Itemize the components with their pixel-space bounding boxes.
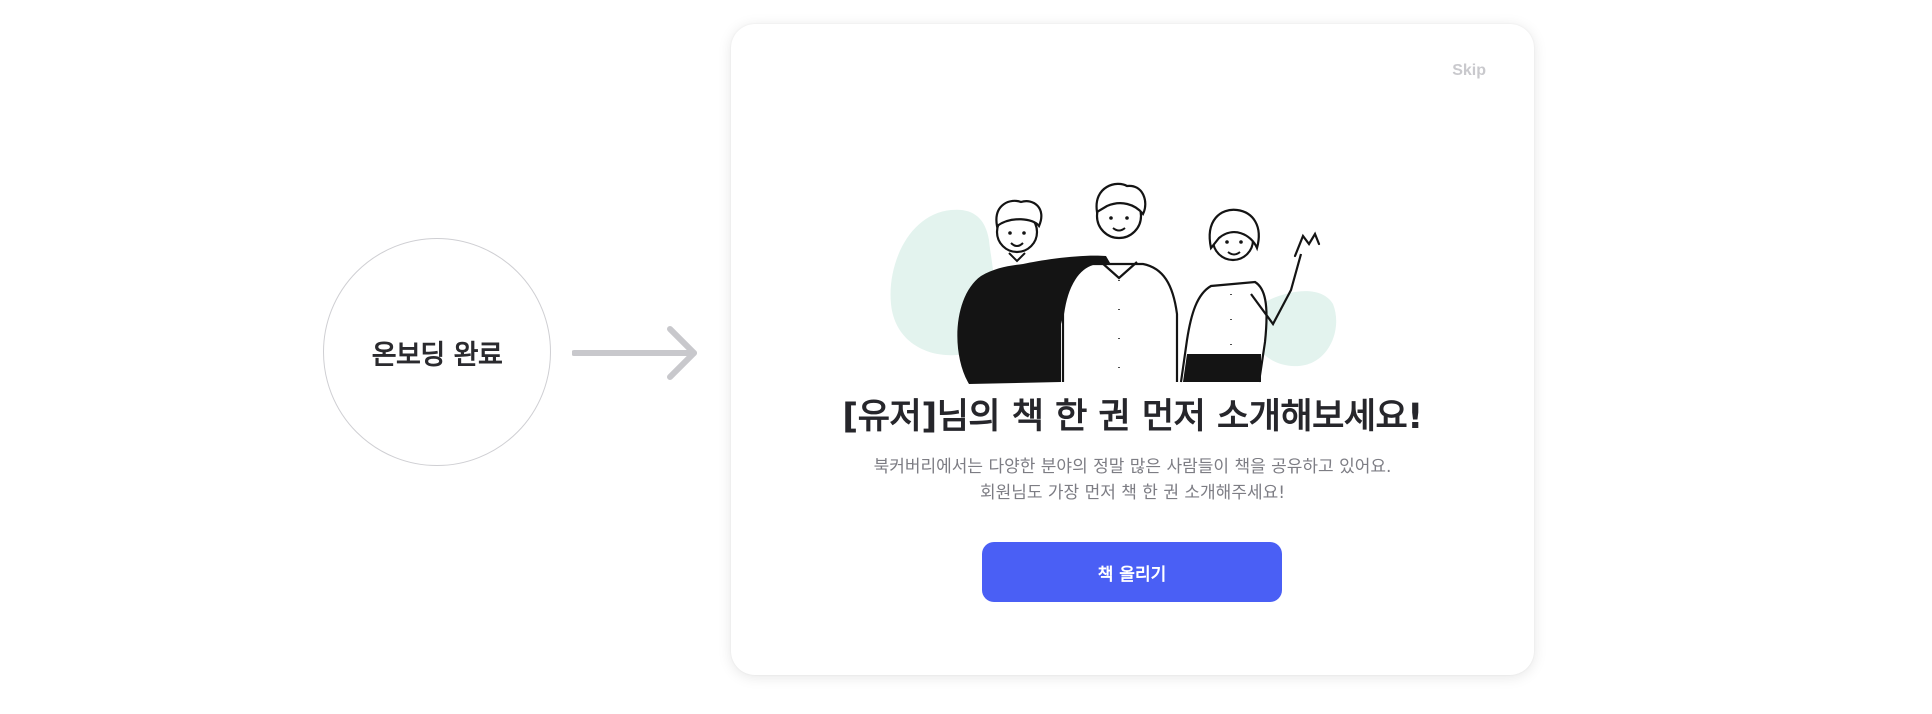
- description-line-1: 북커버리에서는 다양한 분야의 정말 많은 사람들이 책을 공유하고 있어요.: [873, 457, 1392, 477]
- onboarding-complete-step: 온보딩 완료: [323, 238, 551, 466]
- onboarding-modal: Skip [유저]님의 책 한 권 먼저 소개해보세요! 북커버리에서는 다양한…: [731, 24, 1534, 675]
- skip-button[interactable]: Skip: [1452, 62, 1486, 80]
- modal-description: 북커버리에서는 다양한 분야의 정말 많은 사람들이 책을 공유하고 있어요. …: [731, 454, 1534, 506]
- upload-book-button[interactable]: 책 올리기: [982, 542, 1282, 602]
- step-label: 온보딩 완료: [371, 339, 503, 371]
- arrow-right-icon: [572, 326, 697, 380]
- three-people-illustration: [890, 182, 1337, 384]
- description-line-2: 회원님도 가장 먼저 책 한 권 소개해주세요!: [979, 483, 1286, 503]
- modal-title: [유저]님의 책 한 권 먼저 소개해보세요!: [842, 397, 1423, 437]
